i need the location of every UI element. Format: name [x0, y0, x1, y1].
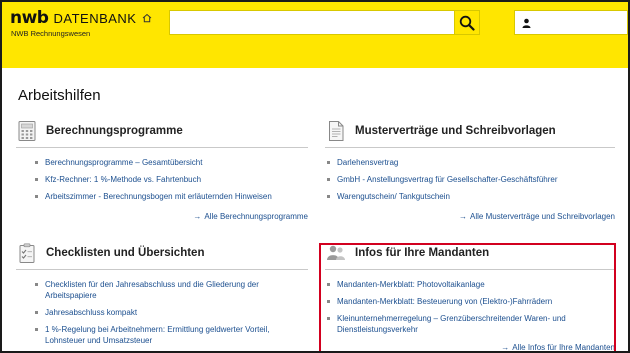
- card-checklisten: Checklisten und Übersichten Checklisten …: [16, 242, 308, 351]
- card-title: Checklisten und Übersichten: [46, 247, 205, 259]
- search-icon: [459, 15, 475, 31]
- arrow-right-icon: →: [193, 212, 202, 221]
- document-icon: [329, 121, 344, 141]
- divider: [16, 269, 308, 270]
- list-item[interactable]: Berechnungsprogramme – Gesamtübersicht: [33, 157, 308, 168]
- page-title: Arbeitshilfen: [18, 87, 101, 104]
- divider: [16, 147, 308, 148]
- list-item[interactable]: Mandanten-Merkblatt: Photovoltaikanlage: [325, 279, 597, 290]
- list-item[interactable]: Mandanten-Merkblatt: Besteuerung von (El…: [325, 296, 597, 307]
- link-list: Darlehensvertrag GmbH - Anstellungsvertr…: [325, 157, 615, 202]
- all-mustervertraege-link[interactable]: → Alle Musterverträge und Schreibvorlagen: [459, 212, 615, 221]
- checklist-icon: [19, 243, 35, 263]
- all-mandanten-link[interactable]: → Alle Infos für Ihre Mandanten: [501, 343, 615, 351]
- card-berechnungsprogramme: Berechnungsprogramme Berechnungsprogramm…: [16, 120, 308, 230]
- card-mustervertraege: Musterverträge und Schreibvorlagen Darle…: [325, 120, 615, 230]
- arrow-right-icon: →: [501, 343, 510, 351]
- list-item[interactable]: Warengutschein/ Tankgutschein: [325, 191, 615, 202]
- app-frame: nwb DATENBANK NWB Rechnungswesen Arbeits…: [2, 2, 628, 351]
- link-list: Berechnungsprogramme – Gesamtübersicht K…: [33, 157, 308, 202]
- brand-logo[interactable]: nwb DATENBANK: [10, 8, 152, 28]
- card-mandanten: Infos für Ihre Mandanten Mandanten-Merkb…: [325, 242, 615, 351]
- top-header: nwb DATENBANK NWB Rechnungswesen: [2, 2, 628, 68]
- search-button[interactable]: [454, 11, 479, 34]
- list-item[interactable]: GmbH - Anstellungsvertrag für Gesellscha…: [325, 174, 615, 185]
- search-bar: [169, 10, 480, 35]
- list-item[interactable]: Kfz-Rechner: 1 %-Methode vs. Fahrtenbuch: [33, 174, 308, 185]
- user-icon: [522, 18, 531, 28]
- list-item[interactable]: Jahresabschluss kompakt: [33, 307, 305, 318]
- search-input[interactable]: [170, 11, 454, 34]
- home-icon[interactable]: [142, 13, 152, 23]
- logo-nwb: nwb: [10, 8, 49, 28]
- list-item[interactable]: Checklisten für den Jahresabschluss und …: [33, 279, 305, 301]
- user-menu-button[interactable]: [514, 10, 628, 35]
- arrow-right-icon: →: [459, 212, 468, 221]
- list-item[interactable]: Darlehensvertrag: [325, 157, 615, 168]
- logo-datenbank: DATENBANK: [53, 11, 137, 26]
- people-icon: [327, 245, 345, 260]
- list-item[interactable]: Arbeitszimmer - Berechnungsbogen mit erl…: [33, 191, 308, 202]
- link-list: Checklisten für den Jahresabschluss und …: [33, 279, 305, 346]
- link-list: Mandanten-Merkblatt: Photovoltaikanlage …: [325, 279, 597, 335]
- list-item[interactable]: Kleinunternehmerregelung – Grenzüberschr…: [325, 313, 597, 335]
- card-title: Berechnungsprogramme: [46, 125, 183, 137]
- card-title: Infos für Ihre Mandanten: [355, 247, 490, 259]
- all-berechnungsprogramme-link[interactable]: → Alle Berechnungsprogramme: [193, 212, 308, 221]
- divider: [325, 269, 615, 270]
- product-name: NWB Rechnungswesen: [11, 29, 91, 38]
- calculator-icon: [18, 121, 36, 141]
- card-title: Musterverträge und Schreibvorlagen: [355, 125, 556, 137]
- list-item[interactable]: 1 %-Regelung bei Arbeitnehmern: Ermittlu…: [33, 324, 305, 346]
- divider: [325, 147, 615, 148]
